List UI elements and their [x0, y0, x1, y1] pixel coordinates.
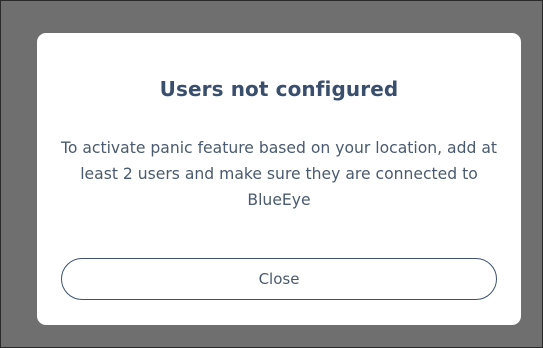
users-not-configured-dialog: Users not configured To activate panic f…: [37, 33, 521, 325]
dialog-title: Users not configured: [159, 77, 399, 101]
close-button[interactable]: Close: [61, 258, 497, 300]
dialog-message: To activate panic feature based on your …: [60, 139, 498, 209]
